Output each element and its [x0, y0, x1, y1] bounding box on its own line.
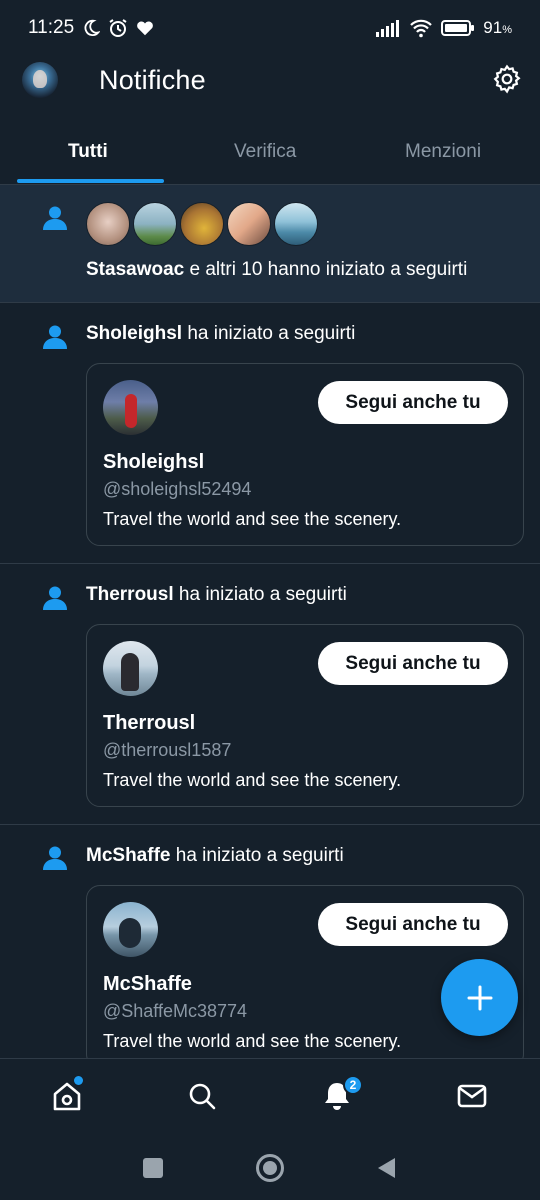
follow-notification[interactable]: Sholeighsl ha iniziato a seguirti Segui …	[0, 303, 540, 564]
follower-avatar[interactable]	[86, 202, 130, 246]
bottom-navigation: 2	[0, 1058, 540, 1140]
group-follow-notification[interactable]: Stasawoac e altri 10 hanno iniziato a se…	[0, 185, 540, 303]
system-navigation-bar	[0, 1140, 540, 1200]
search-icon[interactable]	[185, 1079, 219, 1113]
home-system-button[interactable]	[256, 1154, 284, 1182]
battery-icon	[441, 20, 475, 36]
home-unread-dot	[74, 1076, 83, 1085]
follower-avatar[interactable]	[133, 202, 177, 246]
user-avatar[interactable]	[103, 380, 158, 435]
group-notification-text: Stasawoac e altri 10 hanno iniziato a se…	[86, 259, 468, 280]
follower-avatars	[86, 202, 318, 246]
follow-back-button[interactable]: Segui anche tu	[318, 642, 508, 685]
status-left: 11:25	[28, 17, 154, 39]
active-tab-indicator	[17, 179, 164, 183]
user-bio: Travel the world and see the scenery.	[103, 509, 402, 529]
tab-menzioni[interactable]: Menzioni	[405, 141, 481, 163]
page-title: Notifiche	[99, 65, 206, 95]
user-display-name[interactable]: Sholeighsl	[103, 451, 204, 474]
notification-text: Therrousl ha iniziato a seguirti	[86, 584, 347, 605]
notification-text: McShaffe ha iniziato a seguirti	[86, 845, 344, 866]
user-avatar[interactable]	[103, 641, 158, 696]
back-button[interactable]	[375, 1156, 397, 1180]
heart-icon	[137, 21, 153, 36]
person-icon	[43, 206, 67, 230]
mail-icon[interactable]	[455, 1079, 489, 1113]
person-icon	[43, 586, 67, 610]
user-display-name[interactable]: Therrousl	[103, 712, 195, 735]
plus-icon	[467, 985, 492, 1010]
clock: 11:25	[28, 17, 75, 38]
user-bio: Travel the world and see the scenery.	[103, 770, 402, 790]
user-avatar[interactable]	[103, 902, 158, 957]
person-icon	[43, 846, 67, 870]
alarm-icon	[109, 19, 127, 37]
follow-notification[interactable]: Therrousl ha iniziato a seguirti Segui a…	[0, 564, 540, 825]
battery-level: 91%	[483, 18, 512, 37]
do-not-disturb-moon-icon	[84, 19, 101, 37]
wifi-icon	[410, 19, 433, 38]
follow-back-button[interactable]: Segui anche tu	[318, 381, 508, 424]
status-right: 91%	[375, 18, 512, 38]
follow-back-button[interactable]: Segui anche tu	[318, 903, 508, 946]
tab-tutti[interactable]: Tutti	[68, 141, 108, 163]
user-handle: @therrousl1587	[103, 740, 232, 760]
status-bar: 11:25 91%	[0, 0, 540, 56]
user-card[interactable]: Segui anche tu Sholeighsl @sholeighsl524…	[86, 363, 524, 546]
recents-button[interactable]	[143, 1158, 163, 1178]
gear-icon[interactable]	[492, 64, 522, 94]
notification-count-badge: 2	[343, 1075, 363, 1095]
tab-bar: Tutti Verifica Menzioni	[0, 125, 540, 185]
account-avatar[interactable]	[22, 62, 58, 98]
user-bio: Travel the world and see the scenery.	[103, 1031, 402, 1051]
follower-avatar[interactable]	[274, 202, 318, 246]
header: Notifiche	[0, 56, 540, 112]
follower-avatar[interactable]	[227, 202, 271, 246]
notification-text: Sholeighsl ha iniziato a seguirti	[86, 323, 356, 344]
signal-icon	[376, 20, 400, 37]
notifications-feed[interactable]: Stasawoac e altri 10 hanno iniziato a se…	[0, 185, 540, 1058]
user-handle: @sholeighsl52494	[103, 479, 252, 499]
user-handle: @ShaffeMc38774	[103, 1001, 248, 1021]
user-display-name[interactable]: McShaffe	[103, 973, 192, 996]
follower-avatar[interactable]	[180, 202, 224, 246]
tab-verifica[interactable]: Verifica	[234, 141, 296, 163]
compose-button[interactable]	[441, 959, 518, 1036]
user-card[interactable]: Segui anche tu Therrousl @therrousl1587 …	[86, 624, 524, 807]
person-icon	[43, 325, 67, 349]
